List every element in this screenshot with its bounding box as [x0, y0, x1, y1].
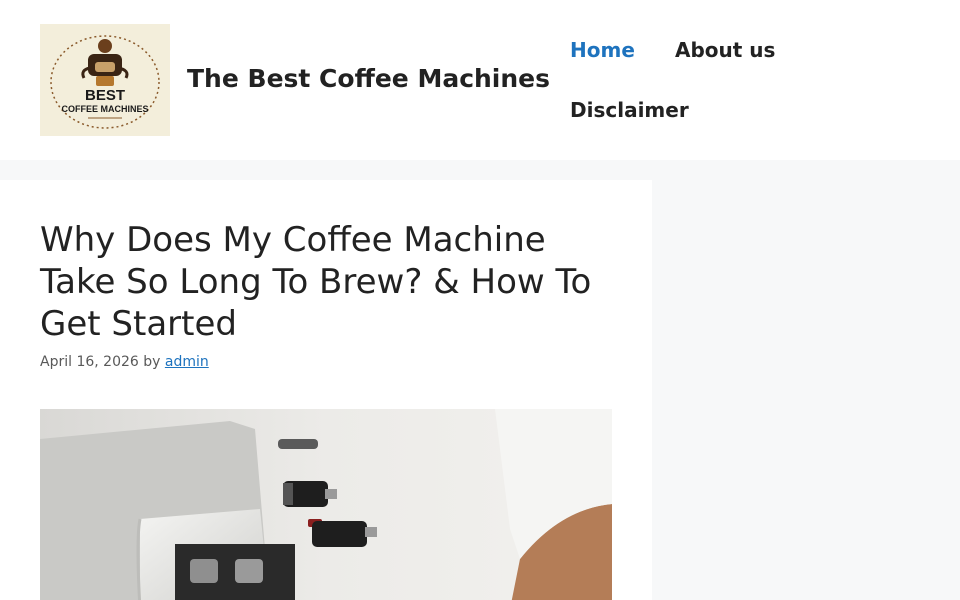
post-date: April 16, 2026	[40, 354, 139, 370]
logo-line1: BEST	[85, 87, 125, 104]
sidebar	[652, 180, 960, 600]
nav-item-disclaimer[interactable]: Disclaimer	[570, 80, 689, 140]
logo-line2: COFFEE MACHINES	[61, 104, 148, 114]
featured-image	[40, 409, 612, 600]
site-title[interactable]: The Best Coffee Machines	[187, 64, 550, 93]
nav-item-home[interactable]: Home	[570, 20, 635, 80]
site-logo[interactable]: BEST COFFEE MACHINES	[40, 24, 170, 136]
article-title: Why Does My Coffee Machine Take So Long …	[40, 220, 592, 344]
article-content: Why Does My Coffee Machine Take So Long …	[0, 180, 652, 600]
main-navigation: Home About us Disclaimer	[550, 20, 960, 140]
by-label: by	[143, 354, 161, 370]
nav-item-about-us[interactable]: About us	[675, 20, 775, 80]
site-header: BEST COFFEE MACHINES The Best Coffee Mac…	[0, 0, 960, 160]
coffee-machine-logo-icon: BEST COFFEE MACHINES	[40, 24, 170, 136]
espresso-machine-photo-icon	[40, 409, 612, 600]
article-meta: April 16, 2026 by admin	[40, 354, 209, 370]
author-link[interactable]: admin	[165, 354, 209, 370]
